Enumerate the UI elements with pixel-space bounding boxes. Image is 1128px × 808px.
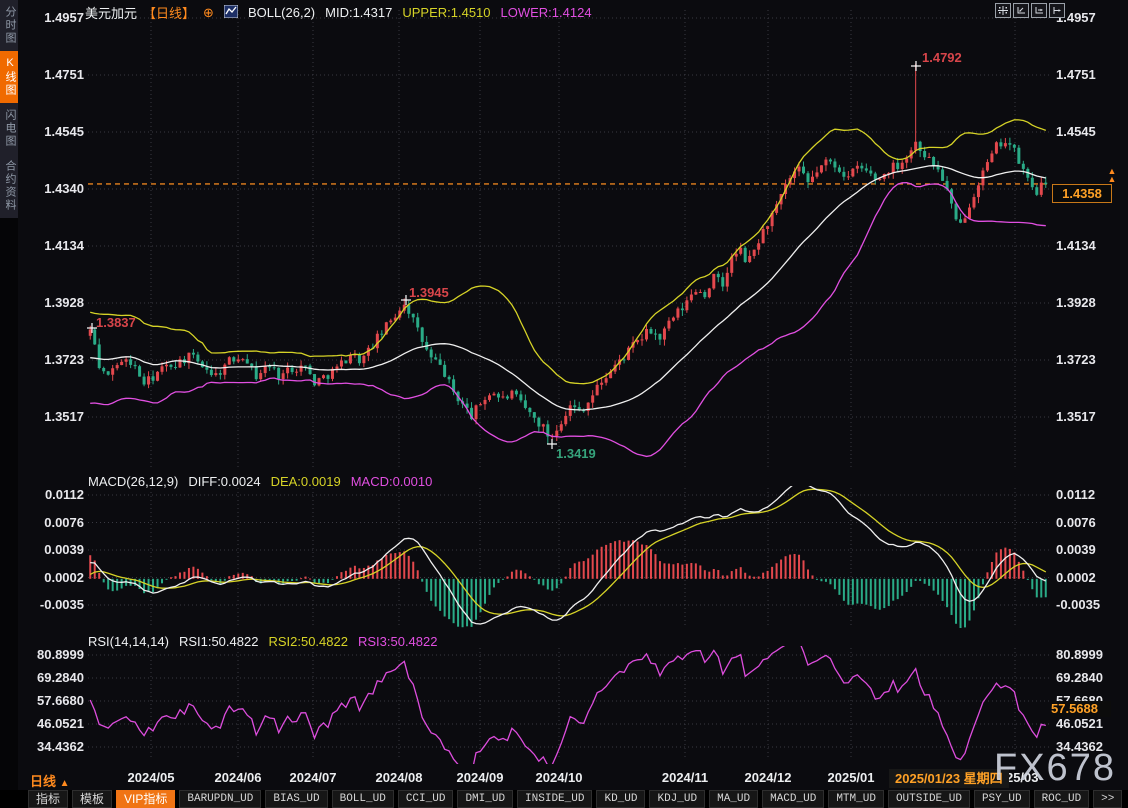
- sidebar-tab-active[interactable]: K线图: [0, 51, 18, 103]
- toolbar-tab[interactable]: BIAS_UD: [265, 790, 327, 808]
- macd-header: MACD(26,12,9) DIFF:0.0024 DEA:0.0019 MAC…: [88, 474, 432, 489]
- rsi2-value: RSI2:50.4822: [268, 634, 348, 649]
- toolbar-tab[interactable]: CCI_UD: [398, 790, 454, 808]
- toolbar-tab[interactable]: ROC_UD: [1034, 790, 1090, 808]
- boll-label: BOLL(26,2): [248, 5, 315, 20]
- toolbar-tab[interactable]: >>: [1093, 790, 1122, 808]
- rsi-header: RSI(14,14,14) RSI1:50.4822 RSI2:50.4822 …: [88, 634, 437, 649]
- rsi-last-badge: 57.5688: [1051, 701, 1111, 717]
- rsi1-value: RSI1:50.4822: [179, 634, 259, 649]
- macd-dea-value: DEA:0.0019: [271, 474, 341, 489]
- boll-lower-value: LOWER:1.4124: [501, 5, 592, 20]
- pan-right-icon[interactable]: [1049, 3, 1065, 18]
- toolbar-tab[interactable]: MA_UD: [709, 790, 758, 808]
- macd-label: MACD(26,12,9): [88, 474, 178, 489]
- triangle-up-icon: ▲: [60, 778, 70, 789]
- macd-diff-value: DIFF:0.0024: [188, 474, 260, 489]
- swing-point-label: 1.4792: [922, 50, 962, 65]
- chart-header: 美元加元 【日线】 ⊕ BOLL(26,2) MID:1.4317 UPPER:…: [85, 3, 592, 22]
- period-tag: 【日线】: [143, 3, 195, 22]
- swing-point-label: 1.3419: [556, 446, 596, 461]
- rsi-label: RSI(14,14,14): [88, 634, 169, 649]
- swing-point-label: 1.3945: [409, 285, 449, 300]
- boll-upper-value: UPPER:1.4510: [402, 5, 490, 20]
- symbol-name: 美元加元: [85, 3, 137, 22]
- boll-mid-value: MID:1.4317: [325, 5, 392, 20]
- watermark: FX678: [994, 747, 1116, 790]
- toolbar-tab[interactable]: KDJ_UD: [649, 790, 705, 808]
- toolbar-tab[interactable]: MACD_UD: [762, 790, 824, 808]
- toolbar-tab[interactable]: KD_UD: [596, 790, 645, 808]
- toolbar-tab[interactable]: DMI_UD: [457, 790, 513, 808]
- toolbar-tab[interactable]: MTM_UD: [828, 790, 884, 808]
- toolbar-tab[interactable]: PSY_UD: [974, 790, 1030, 808]
- swing-point-label: 1.3837: [96, 315, 136, 330]
- toolbar-tab[interactable]: VIP指标: [116, 790, 175, 808]
- axis-scale-left-icon[interactable]: [1013, 3, 1029, 18]
- last-price-badge: 1.4358: [1052, 184, 1112, 203]
- period-text: 日线: [30, 774, 56, 789]
- toolbar-tab[interactable]: INSIDE_UD: [517, 790, 592, 808]
- period-selector[interactable]: 日线 ▲: [30, 771, 70, 790]
- chart-canvas[interactable]: [0, 0, 1128, 808]
- rsi3-value: RSI3:50.4822: [358, 634, 438, 649]
- macd-value: MACD:0.0010: [351, 474, 433, 489]
- toolbar-tab[interactable]: BARUPDN_UD: [179, 790, 261, 808]
- left-sidebar: 分时图K线图闪电图合约资料: [0, 0, 18, 808]
- chart-app: 分时图K线图闪电图合约资料 美元加元 【日线】 ⊕ BOLL(26,2) MID…: [0, 0, 1128, 808]
- axis-scale-right-icon[interactable]: [1031, 3, 1047, 18]
- bottom-toolbar: 指标模板VIP指标BARUPDN_UDBIAS_UD BOLL_UDCCI_UDD…: [0, 790, 1128, 808]
- chart-toolbar-icons: [995, 3, 1065, 18]
- price-marker-arrows-icon: ▲▲: [1102, 167, 1122, 183]
- toolbar-tab[interactable]: OUTSIDE_UD: [888, 790, 970, 808]
- current-date-badge: 2025/01/23 星期四: [889, 769, 1009, 788]
- toolbar-tab[interactable]: BOLL_UD: [332, 790, 394, 808]
- toolbar-tab[interactable]: 指标: [28, 790, 68, 808]
- toolbar-tab[interactable]: 模板: [72, 790, 112, 808]
- circle-plus-icon[interactable]: ⊕: [203, 5, 214, 21]
- crosshair-icon[interactable]: [995, 3, 1011, 18]
- sidebar-tab-item[interactable]: 闪电图: [0, 103, 18, 154]
- indicator-logo-icon: [224, 5, 238, 21]
- sidebar-tab-item[interactable]: 合约资料: [0, 154, 18, 218]
- sidebar-tab-item[interactable]: 分时图: [0, 0, 18, 51]
